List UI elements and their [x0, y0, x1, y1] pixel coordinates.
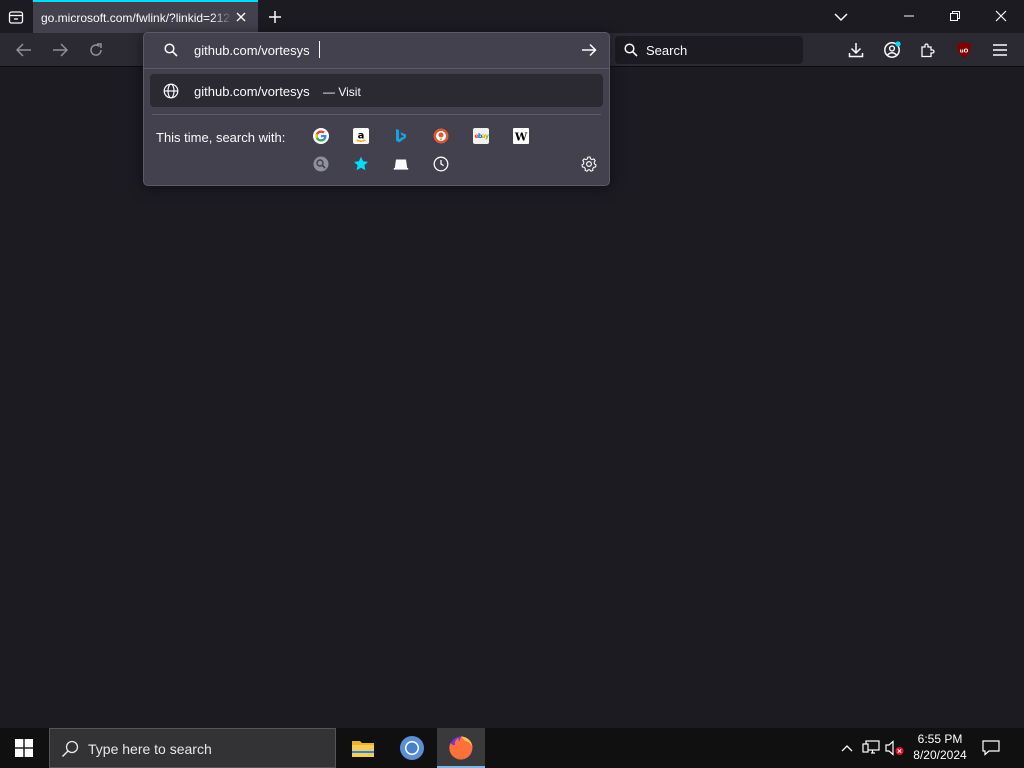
restore-icon[interactable] [941, 4, 969, 28]
firefox-view-icon[interactable] [5, 6, 27, 28]
taskbar-clock[interactable]: 6:55 PM 8/20/2024 [905, 731, 975, 763]
svg-text:W: W [514, 131, 528, 144]
close-tab-icon[interactable] [232, 8, 250, 26]
google-icon[interactable] [313, 128, 329, 144]
list-all-tabs-icon[interactable] [830, 6, 852, 28]
ublock-origin-icon[interactable]: uO [952, 38, 976, 62]
tab-title: go.microsoft.com/fwlink/?linkid=2124 [41, 11, 231, 25]
svg-text:y: y [485, 133, 489, 140]
tab-active[interactable]: go.microsoft.com/fwlink/?linkid=2124 [33, 0, 258, 33]
text-cursor [319, 41, 320, 58]
search-settings-gear-icon[interactable] [580, 155, 598, 173]
ebay-icon[interactable]: ebay [473, 128, 489, 144]
volume-muted-icon[interactable] [884, 738, 906, 758]
search-bar[interactable]: Search [615, 36, 803, 64]
bing-icon[interactable] [393, 128, 409, 144]
search-icon [623, 42, 639, 58]
duckduckgo-icon[interactable] [433, 128, 449, 144]
urlbar-result-row[interactable]: github.com/vortesys — Visit [150, 74, 603, 107]
clock-date: 8/20/2024 [913, 748, 967, 762]
result-url: github.com/vortesys [194, 84, 310, 99]
divider [144, 68, 609, 69]
file-explorer-icon[interactable] [339, 728, 387, 768]
windows-start-icon[interactable] [0, 728, 48, 768]
chromium-icon[interactable] [388, 728, 436, 768]
urlbar-input[interactable]: github.com/vortesys [194, 43, 310, 58]
notifications-icon[interactable] [979, 736, 1003, 760]
close-window-icon[interactable] [987, 4, 1015, 28]
taskbar-search-box[interactable]: Type here to search [49, 728, 336, 768]
firefox-taskbar-button[interactable] [437, 728, 485, 768]
svg-text:a: a [358, 131, 365, 142]
bookmarks-icon[interactable] [353, 156, 369, 172]
show-hidden-icons-chevron-icon[interactable] [838, 738, 856, 758]
account-icon[interactable] [880, 38, 904, 62]
search-bar-placeholder: Search [646, 43, 688, 58]
downloads-icon[interactable] [844, 38, 868, 62]
menu-icon[interactable] [988, 38, 1012, 62]
divider [152, 114, 601, 115]
reload-icon[interactable] [84, 38, 108, 62]
extensions-icon[interactable] [916, 38, 940, 62]
wikipedia-icon[interactable]: W [513, 128, 529, 144]
tabs-icon[interactable] [393, 156, 409, 172]
globe-icon [162, 82, 179, 99]
result-action: — Visit [323, 85, 361, 99]
amazon-icon[interactable]: a [353, 128, 369, 144]
taskbar-search-placeholder: Type here to search [88, 741, 212, 757]
urlbar-popup: github.com/vortesys github.com/vortesys … [143, 32, 610, 186]
network-icon[interactable] [861, 738, 881, 758]
search-addon-icon[interactable] [313, 156, 329, 172]
forward-icon[interactable] [48, 38, 72, 62]
clock-time: 6:55 PM [917, 732, 963, 746]
new-tab-icon[interactable] [264, 6, 286, 28]
search-icon [60, 739, 80, 759]
svg-text:uO: uO [960, 49, 969, 55]
minimize-icon[interactable] [895, 4, 923, 28]
search-with-label: This time, search with: [156, 130, 286, 145]
firefox-icon [448, 735, 474, 761]
search-icon [162, 41, 180, 59]
back-icon[interactable] [12, 38, 36, 62]
go-arrow-icon[interactable] [579, 40, 599, 60]
history-icon[interactable] [433, 156, 449, 172]
